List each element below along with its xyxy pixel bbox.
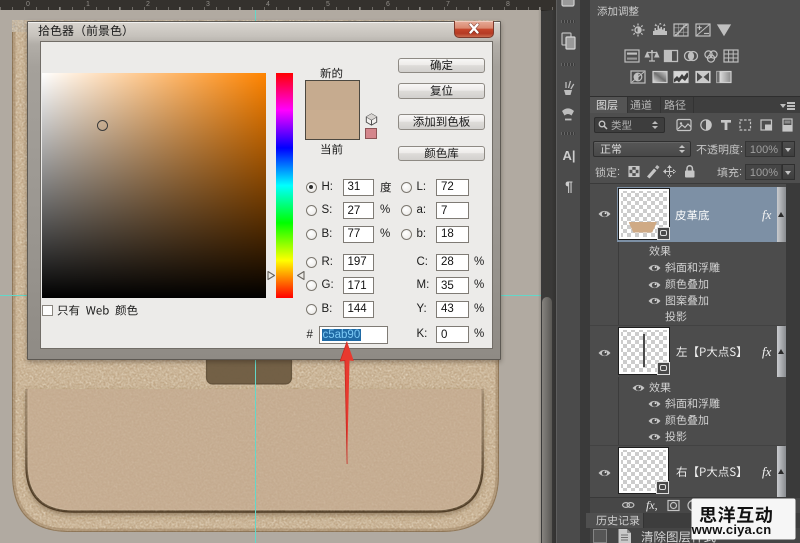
svg-text:fx,: fx, xyxy=(646,499,658,512)
